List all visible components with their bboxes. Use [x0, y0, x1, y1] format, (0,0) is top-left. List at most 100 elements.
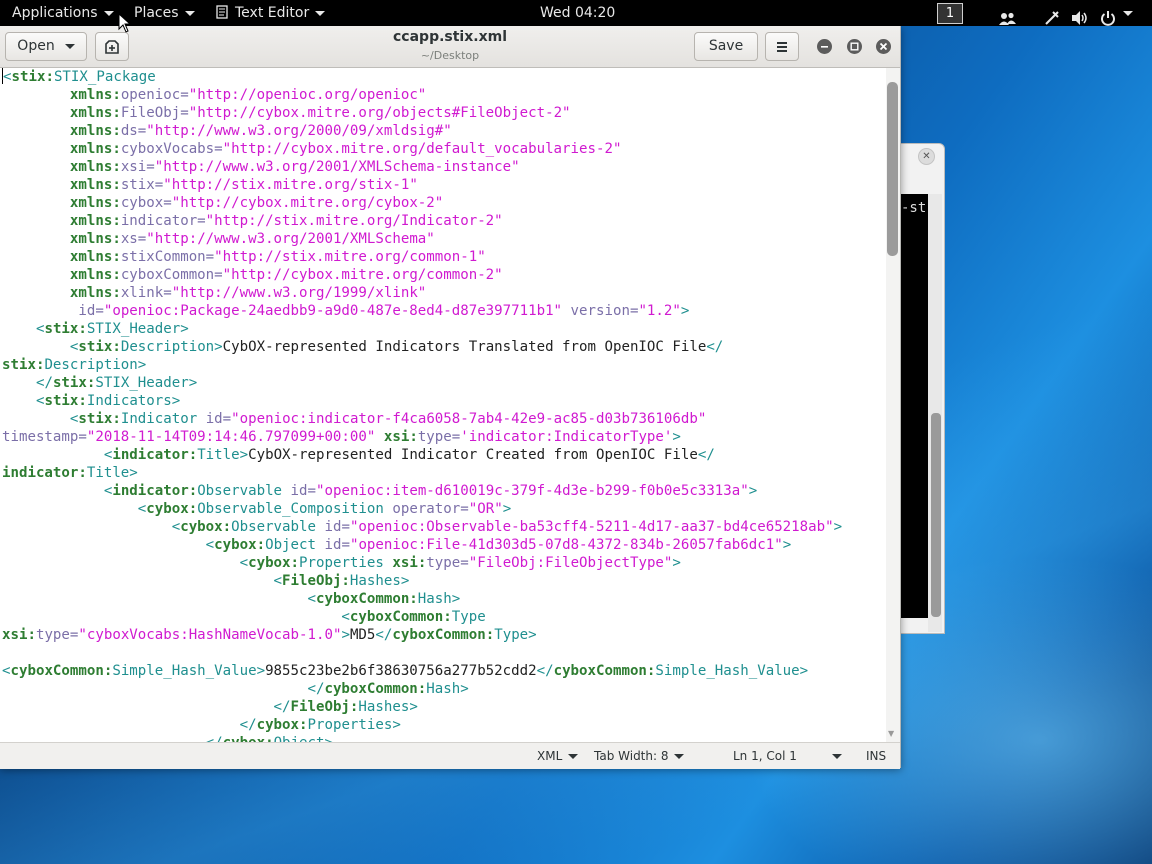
code-token: Hash>	[417, 591, 461, 607]
code-line[interactable]: <stix:Indicators>	[2, 392, 842, 410]
code-token: <	[341, 609, 350, 625]
hamburger-menu-button[interactable]	[765, 32, 799, 61]
code-token: Hashes>	[349, 573, 410, 589]
code-token: "http://cybox.mitre.org/cybox-2"	[171, 195, 444, 211]
code-line[interactable]: xmlns:stix="http://stix.mitre.org/stix-1…	[2, 176, 842, 194]
network-icon[interactable]	[1044, 5, 1060, 31]
code-token: xmlns:	[69, 249, 121, 265]
code-token: stix:	[44, 393, 87, 409]
code-line[interactable]: xmlns:stixCommon="http://stix.mitre.org/…	[2, 248, 842, 266]
code-line[interactable]: <stix:STIX_Package	[2, 68, 842, 86]
code-line[interactable]: xmlns:FileObj="http://cybox.mitre.org/ob…	[2, 104, 842, 122]
volume-icon[interactable]	[1071, 5, 1089, 31]
code-token: >	[748, 483, 758, 499]
code-line[interactable]: xmlns:xsi="http://www.w3.org/2001/XMLSch…	[2, 158, 842, 176]
app-menu[interactable]: Text Editor	[215, 0, 326, 26]
people-icon[interactable]	[999, 6, 1017, 32]
code-token: openioc=	[120, 87, 189, 103]
code-line[interactable]: <stix:Indicator id="openioc:indicator-f4…	[2, 410, 842, 428]
code-token: stix:	[52, 375, 96, 391]
code-token: xsi=	[120, 159, 155, 175]
code-token: <	[273, 573, 283, 589]
code-token: Type	[451, 609, 486, 625]
tab-width-selector[interactable]: Tab Width: 8	[594, 743, 685, 769]
code-token: Type>	[494, 627, 537, 643]
code-line[interactable]	[2, 644, 842, 662]
code-line[interactable]: stix:Description>	[2, 356, 842, 374]
code-line[interactable]: xmlns:cyboxVocabs="http://cybox.mitre.or…	[2, 140, 842, 158]
code-token: cybox:	[248, 555, 300, 571]
code-line[interactable]: </FileObj:Hashes>	[2, 698, 842, 716]
code-token: MD5	[349, 627, 376, 643]
cursor-position-selector[interactable]: Ln 1, Col 1	[733, 743, 842, 769]
code-line[interactable]: <indicator:Title>CybOX-represented Indic…	[2, 446, 842, 464]
terminal-text: -st	[901, 200, 927, 216]
minimize-button[interactable]	[817, 39, 832, 54]
code-line[interactable]: <stix:Description>CybOX-represented Indi…	[2, 338, 842, 356]
code-line[interactable]: </cybox:Properties>	[2, 716, 842, 734]
text-editor-area[interactable]: <stix:STIX_Package xmlns:openioc="http:/…	[0, 68, 886, 742]
insert-mode-indicator: INS	[866, 749, 887, 763]
chevron-down-icon	[568, 754, 579, 759]
code-line[interactable]: <cybox:Properties xsi:type="FileObj:File…	[2, 554, 842, 572]
code-token: cyboxCommon:	[324, 681, 427, 697]
new-tab-button[interactable]	[95, 32, 129, 61]
cursor-position-label: Ln 1, Col 1	[733, 749, 797, 763]
system-menu-chevron-icon[interactable]	[1123, 11, 1133, 16]
code-line[interactable]: indicator:Title>	[2, 464, 842, 482]
applications-menu[interactable]: Applications	[12, 0, 114, 26]
code-line[interactable]: <cyboxCommon:Hash>	[2, 590, 842, 608]
open-button-label: Open	[17, 38, 55, 54]
code-token: indicator:	[112, 483, 198, 499]
code-token: "2018-11-14T09:14:46.797099+00:00"	[86, 429, 376, 445]
code-line[interactable]: timestamp="2018-11-14T09:14:46.797099+00…	[2, 428, 842, 446]
code-token: >	[672, 429, 681, 445]
close-button[interactable]	[876, 39, 891, 54]
code-token: cyboxCommon:	[315, 591, 418, 607]
code-token: Object	[265, 537, 325, 553]
code-line[interactable]: <indicator:Observable id="openioc:item-d…	[2, 482, 842, 500]
code-line[interactable]: xmlns:ds="http://www.w3.org/2000/09/xmld…	[2, 122, 842, 140]
code-line[interactable]: <cyboxCommon:Simple_Hash_Value>9855c23be…	[2, 662, 842, 680]
places-menu[interactable]: Places	[134, 0, 195, 26]
code-line[interactable]: <cybox:Observable id="openioc:Observable…	[2, 518, 842, 536]
clock[interactable]: Wed 04:20	[540, 0, 615, 26]
power-icon[interactable]	[1100, 5, 1116, 31]
code-line[interactable]: </cyboxCommon:Hash>	[2, 680, 842, 698]
maximize-icon	[850, 42, 859, 51]
code-line[interactable]: </stix:STIX_Header>	[2, 374, 842, 392]
code-line[interactable]: xmlns:cyboxCommon="http://cybox.mitre.or…	[2, 266, 842, 284]
code-line[interactable]: <FileObj:Hashes>	[2, 572, 842, 590]
language-selector[interactable]: XML	[537, 743, 579, 769]
code-line[interactable]: xsi:type="cyboxVocabs:HashNameVocab-1.0"…	[2, 626, 842, 644]
workspace-indicator[interactable]: 1	[937, 3, 963, 24]
code-token: operator=	[392, 501, 469, 517]
terminal-scrollbar-thumb[interactable]	[931, 413, 941, 617]
maximize-button[interactable]	[847, 39, 862, 54]
code-line[interactable]: <cybox:Observable_Composition operator="…	[2, 500, 842, 518]
mouse-pointer-icon	[118, 13, 132, 33]
close-icon	[879, 42, 888, 51]
editor-scrollbar-thumb[interactable]	[887, 82, 898, 256]
code-token: id=	[290, 483, 316, 499]
code-line[interactable]: xmlns:openioc="http://openioc.org/openio…	[2, 86, 842, 104]
open-button[interactable]: Open	[5, 32, 87, 61]
code-line[interactable]: </cybox:Object>	[2, 734, 842, 742]
code-line[interactable]: xmlns:xlink="http://www.w3.org/1999/xlin…	[2, 284, 842, 302]
code-line[interactable]: id="openioc:Package-24aedbb9-a9d0-487e-8…	[2, 302, 842, 320]
code-line[interactable]: <stix:STIX_Header>	[2, 320, 842, 338]
code-content[interactable]: <stix:STIX_Package xmlns:openioc="http:/…	[2, 68, 842, 742]
close-icon[interactable]: ✕	[918, 148, 935, 165]
scroll-down-arrow-icon[interactable]: ▼	[888, 729, 894, 738]
code-line[interactable]: <cybox:Object id="openioc:File-41d303d5-…	[2, 536, 842, 554]
code-line[interactable]: xmlns:indicator="http://stix.mitre.org/I…	[2, 212, 842, 230]
code-line[interactable]: xmlns:xs="http://www.w3.org/2001/XMLSche…	[2, 230, 842, 248]
code-token: "cyboxVocabs:HashNameVocab-1.0"	[78, 627, 342, 643]
save-button[interactable]: Save	[694, 32, 758, 61]
code-line[interactable]: xmlns:cybox="http://cybox.mitre.org/cybo…	[2, 194, 842, 212]
code-token: xsi:	[383, 429, 418, 445]
code-line[interactable]: <cyboxCommon:Type	[2, 608, 842, 626]
code-token: cybox:	[146, 501, 198, 517]
